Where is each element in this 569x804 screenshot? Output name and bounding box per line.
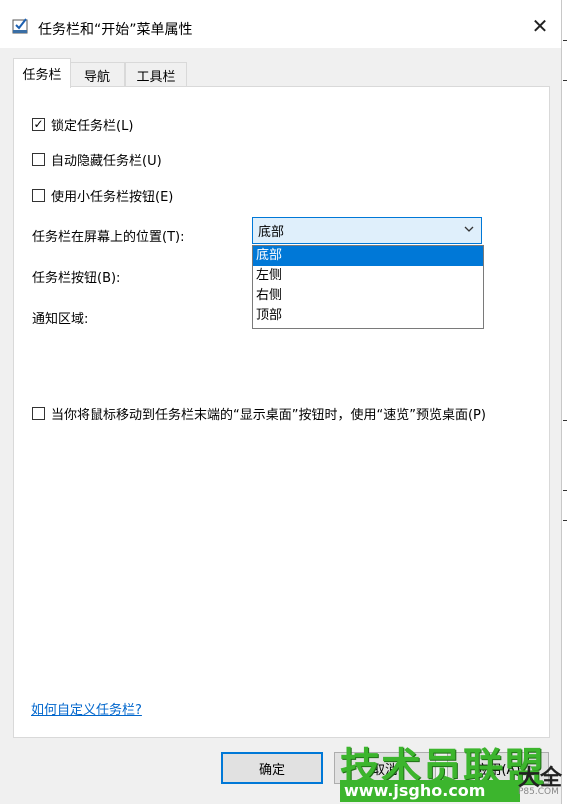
- checkbox-checked[interactable]: ✓: [32, 117, 45, 131]
- edge-mark: [563, 40, 567, 41]
- tab-navigation[interactable]: 导航: [69, 62, 125, 87]
- small-buttons-checkbox[interactable]: 使用小任务栏按钮(E): [32, 186, 174, 205]
- position-select[interactable]: 底部: [252, 217, 482, 244]
- properties-dialog: 任务栏和“开始”菜单属性 ✕ 任务栏 导航 工具栏 ✓ 锁定任务栏(L) 自动隐…: [0, 0, 562, 804]
- watermark-small-text: P85.COM: [518, 787, 559, 797]
- edge-mark: [563, 80, 567, 81]
- window-title: 任务栏和“开始”菜单属性: [38, 22, 193, 38]
- close-icon: ✕: [531, 14, 549, 38]
- checkbox-unchecked[interactable]: [32, 152, 45, 166]
- taskbar-tab-panel: ✓ 锁定任务栏(L) 自动隐藏任务栏(U) 使用小任务栏按钮(E) 任务栏在屏幕…: [13, 86, 550, 738]
- checkbox-label: 自动隐藏任务栏(U): [51, 153, 162, 169]
- dropdown-option-bottom[interactable]: 底部: [253, 246, 483, 266]
- ok-button-label: 确定: [258, 762, 285, 778]
- peek-checkbox[interactable]: 当你将鼠标移动到任务栏末端的“显示桌面”按钮时，使用“速览”预览桌面(P): [32, 404, 486, 423]
- tab-label: 导航: [83, 69, 110, 85]
- tab-taskbar[interactable]: 任务栏: [13, 58, 71, 88]
- edge-mark: [563, 520, 567, 521]
- taskbar-buttons-label: 任务栏按钮(B):: [32, 271, 121, 286]
- checkbox-label: 锁定任务栏(L): [51, 118, 134, 134]
- ok-button[interactable]: 确定: [221, 752, 323, 784]
- site-watermark: 技术员联盟 www.jsgho.com 大全 P85.COM: [340, 735, 565, 804]
- edge-mark: [563, 420, 567, 421]
- taskbar-settings-icon: [12, 18, 28, 34]
- background-window-edge: [562, 0, 569, 804]
- checkbox-unchecked[interactable]: [32, 188, 45, 202]
- title-bar: 任务栏和“开始”菜单属性 ✕: [0, 0, 561, 48]
- chevron-down-icon: [463, 223, 475, 238]
- checkbox-label: 当你将鼠标移动到任务栏末端的“显示桌面”按钮时，使用“速览”预览桌面(P): [51, 407, 486, 423]
- lock-taskbar-checkbox[interactable]: ✓ 锁定任务栏(L): [32, 115, 134, 134]
- tab-label: 工具栏: [136, 69, 176, 85]
- position-label: 任务栏在屏幕上的位置(T):: [32, 230, 185, 245]
- customize-taskbar-help-link[interactable]: 如何自定义任务栏?: [31, 699, 142, 718]
- checkbox-label: 使用小任务栏按钮(E): [51, 189, 174, 205]
- position-dropdown-list: 底部 左侧 右侧 顶部: [252, 245, 484, 329]
- tab-label: 任务栏: [22, 68, 62, 83]
- checkbox-unchecked[interactable]: [32, 406, 45, 420]
- tab-toolbars[interactable]: 工具栏: [125, 62, 187, 87]
- watermark-url: www.jsgho.com: [340, 780, 520, 802]
- close-button[interactable]: ✕: [524, 12, 556, 40]
- dropdown-option-left[interactable]: 左侧: [253, 266, 483, 286]
- dropdown-option-top[interactable]: 顶部: [253, 306, 483, 326]
- edge-mark: [563, 490, 567, 491]
- dropdown-option-right[interactable]: 右侧: [253, 286, 483, 306]
- notification-area-label: 通知区域:: [32, 312, 89, 327]
- position-select-value: 底部: [258, 225, 285, 240]
- autohide-taskbar-checkbox[interactable]: 自动隐藏任务栏(U): [32, 150, 162, 169]
